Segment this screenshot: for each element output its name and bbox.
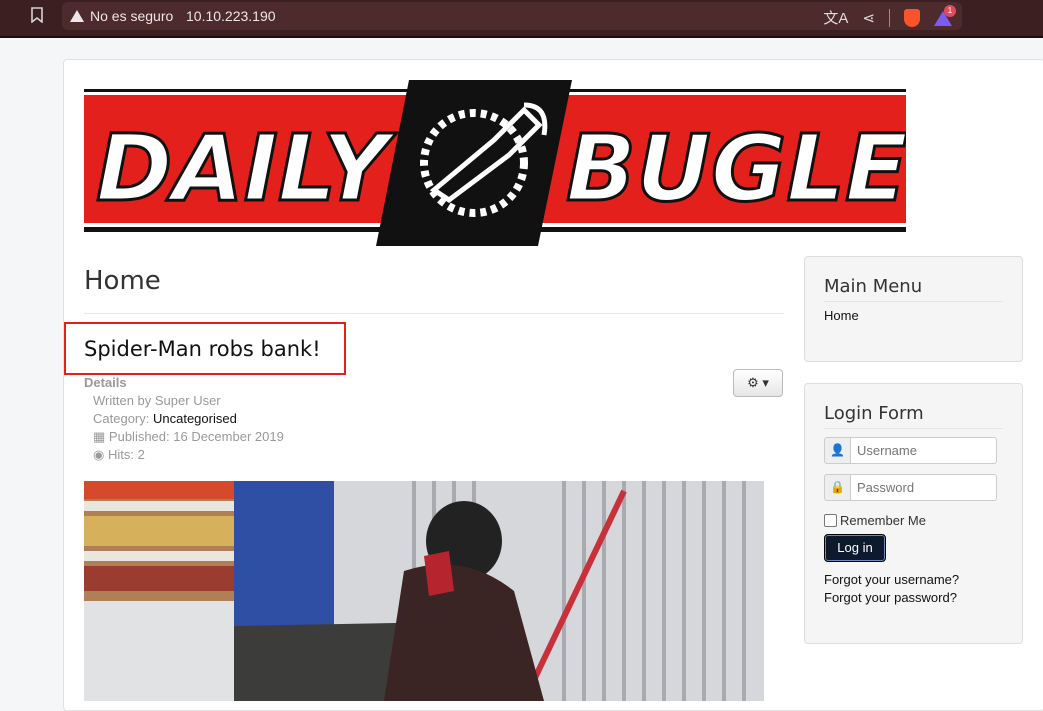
share-icon[interactable]: ⋖ [862, 9, 875, 27]
divider [824, 428, 1003, 429]
category-line: Category: Uncategorised [84, 410, 284, 428]
article-tools-button[interactable]: ⚙ ▾ [733, 369, 783, 397]
remember-me-label[interactable]: Remember Me [840, 513, 926, 528]
remember-me-checkbox[interactable] [824, 514, 837, 527]
brave-shields-icon[interactable] [904, 8, 920, 27]
page-title: Home [84, 266, 161, 296]
main-menu-module: Main Menu Home [804, 256, 1023, 362]
author-line: Written by Super User [93, 393, 221, 408]
article-title: Spider-Man robs bank! [84, 337, 321, 361]
logo-word-right: BUGLE [566, 115, 906, 222]
forgot-username-link[interactable]: Forgot your username? [824, 572, 959, 587]
forgot-password-link[interactable]: Forgot your password? [824, 590, 957, 605]
published-date: Published: 16 December 2019 [108, 429, 284, 444]
notification-badge: 1 [944, 4, 956, 17]
user-icon: 👤 [824, 437, 851, 464]
password-input[interactable] [851, 474, 997, 501]
details-label: Details [84, 375, 127, 390]
login-form-title: Login Form [824, 403, 924, 424]
security-indicator[interactable]: No es seguro [70, 8, 173, 24]
category-prefix: Category: [93, 411, 153, 426]
divider [84, 313, 784, 314]
site-logo[interactable]: DAILY BUGLE [84, 80, 909, 246]
gear-icon: ⚙ [747, 375, 759, 390]
bookmark-icon[interactable] [30, 7, 48, 25]
article-details: Details Written by Super User Category: … [84, 374, 284, 464]
login-form-module: Login Form 👤 🔒 Remember Me Log in Forgot… [804, 383, 1023, 644]
main-menu-title: Main Menu [824, 276, 923, 297]
eye-icon: ◉ [93, 447, 105, 462]
published-line: ▦ Published: 16 December 2019 [84, 428, 284, 446]
url-text[interactable]: 10.10.223.190 [186, 8, 276, 24]
category-link[interactable]: Uncategorised [153, 411, 237, 426]
article-image [84, 481, 764, 701]
divider [824, 301, 1003, 302]
lock-icon: 🔒 [824, 474, 851, 501]
username-input[interactable] [851, 437, 997, 464]
password-field-group: 🔒 [824, 474, 998, 501]
menu-item-home[interactable]: Home [824, 308, 859, 323]
warning-icon [70, 10, 84, 22]
security-label: No es seguro [90, 8, 174, 24]
translate-icon[interactable]: 文A [823, 7, 848, 28]
login-button[interactable]: Log in [824, 534, 886, 562]
username-field-group: 👤 [824, 437, 998, 464]
browser-toolbar: No es seguro 10.10.223.190 文A ⋖ 1 [0, 0, 1043, 38]
hits-line: ◉ Hits: 2 [84, 446, 284, 464]
calendar-icon: ▦ [93, 429, 106, 444]
caret-down-icon: ▾ [762, 375, 769, 390]
brave-rewards-icon[interactable]: 1 [934, 4, 956, 27]
remember-me-row: Remember Me [824, 513, 926, 528]
address-bar[interactable]: No es seguro 10.10.223.190 文A ⋖ 1 [62, 2, 962, 30]
divider [889, 8, 890, 27]
logo-word-left: DAILY [96, 115, 397, 222]
hits-count: Hits: 2 [107, 447, 145, 462]
address-bar-actions: 文A ⋖ 1 [823, 4, 956, 28]
